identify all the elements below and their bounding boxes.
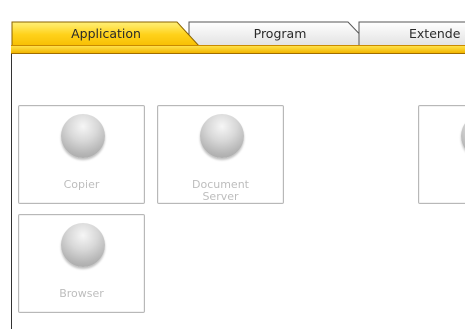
tab-extended-label: Extende [409,26,461,41]
document-server-label-line2: Server [202,190,239,203]
printer-icon [461,114,465,158]
tab-application[interactable]: Application [11,21,201,47]
tab-program[interactable]: Program [188,21,372,47]
tab-strip: Program Extende Application [0,0,465,57]
tab-program-label: Program [253,26,307,41]
tab-extended[interactable]: Extende [358,21,465,47]
printer-button[interactable]: P [418,105,465,204]
copier-label: Copier [63,178,100,191]
browser-button[interactable]: Browser [18,214,145,313]
tab-application-label: Application [71,26,141,41]
active-tab-bar [11,46,465,53]
browser-label: Browser [59,287,104,300]
document-server-icon [200,114,244,158]
document-server-label: Document Server [158,179,283,203]
document-server-button[interactable]: Document Server [157,105,284,204]
copier-icon [61,114,105,158]
copier-button[interactable]: Copier [18,105,145,204]
main-screen: Program Extende Application Copier Docum… [0,0,465,329]
browser-icon [61,223,105,267]
application-panel: Copier Document Server P Browser [11,54,465,329]
printer-label: P [419,179,465,191]
